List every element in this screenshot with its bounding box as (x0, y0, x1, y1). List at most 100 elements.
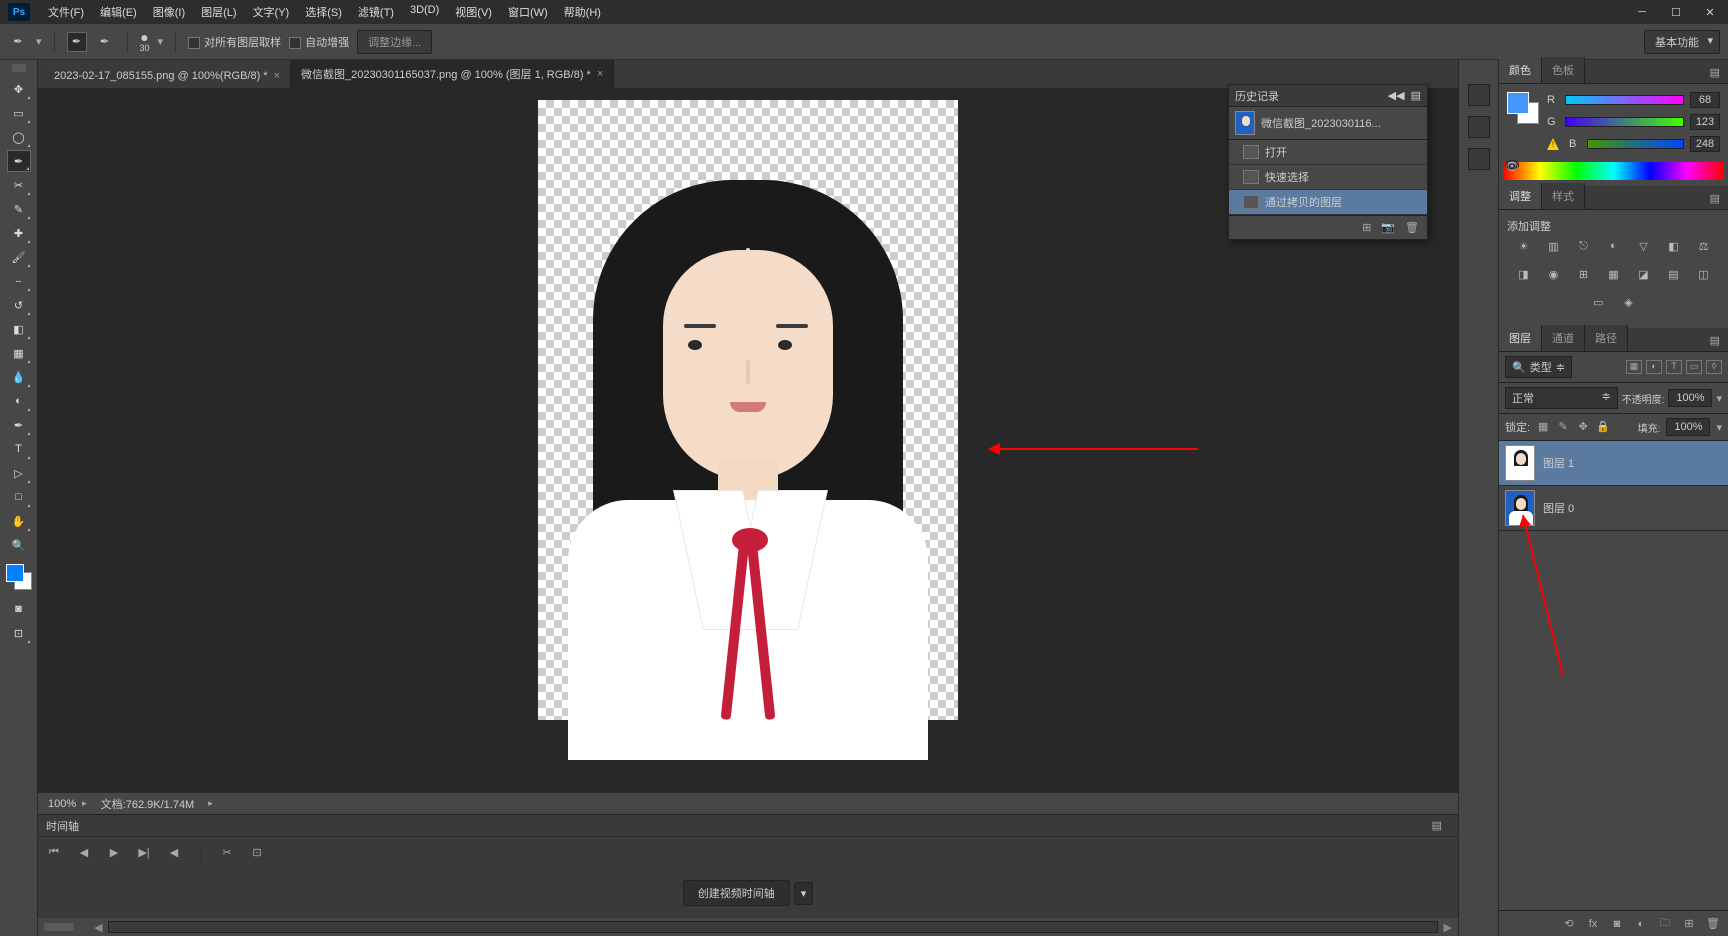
refine-edge-button[interactable]: 调整边缘... (357, 30, 432, 54)
lock-pixels-icon[interactable]: ✎ (1556, 420, 1570, 434)
blend-mode-dropdown[interactable]: 正常 ≑ (1505, 387, 1618, 409)
history-delete-icon[interactable]: 🗑 (1405, 221, 1419, 234)
layer-name[interactable]: 图层 0 (1543, 500, 1574, 516)
threshold-icon[interactable]: ◫ (1694, 268, 1714, 286)
lock-all-icon[interactable]: 🔒 (1596, 420, 1610, 434)
timeline-prev-icon[interactable]: ◀ (76, 846, 92, 859)
lookup-icon[interactable]: ▦ (1604, 268, 1624, 286)
screen-mode-toggle[interactable]: ⊡ (7, 622, 31, 644)
workspace-dropdown[interactable]: 基本功能 (1644, 30, 1720, 54)
zoom-level[interactable]: 100%▸ (48, 798, 87, 810)
close-tab-icon[interactable]: × (597, 68, 603, 80)
layer-mask-icon[interactable]: ◙ (1610, 918, 1624, 930)
zoom-tool[interactable]: 🔍 (7, 534, 31, 556)
exposure-icon[interactable]: ◐ (1604, 240, 1624, 258)
layer-filter-type[interactable]: 🔍类型≑ (1505, 356, 1572, 378)
layer-item-0[interactable]: ☐ 图层 0 (1499, 486, 1728, 531)
menu-edit[interactable]: 编辑(E) (94, 1, 143, 23)
tool-preset-icon[interactable]: ✒ (8, 32, 28, 52)
scroll-right-icon[interactable]: ▶ (1444, 921, 1452, 934)
tab-color[interactable]: 颜色 (1499, 57, 1542, 83)
menu-select[interactable]: 选择(S) (299, 1, 348, 23)
create-video-timeline-button[interactable]: 创建视频时间轴 (683, 880, 790, 906)
history-new-doc-icon[interactable]: ⊞ (1362, 221, 1371, 234)
add-selection-icon[interactable]: ✒ (67, 32, 87, 52)
filter-type-icon[interactable]: T (1666, 360, 1682, 374)
crop-tool[interactable]: ✂ (7, 174, 31, 196)
tab-channels[interactable]: 通道 (1542, 325, 1585, 351)
filter-adjust-icon[interactable]: ◐ (1646, 360, 1662, 374)
layers-panel-menu-icon[interactable]: ▤ (1702, 330, 1728, 351)
history-panel[interactable]: 历史记录 ◀◀ ▤ 微信截图_2023030116... 打开 快速选择 通过拷… (1228, 84, 1428, 240)
hue-icon[interactable]: ◧ (1664, 240, 1684, 258)
history-menu-icon[interactable]: ▤ (1411, 89, 1421, 102)
close-tab-icon[interactable]: × (274, 70, 280, 82)
minimize-button[interactable]: ─ (1626, 2, 1658, 22)
history-step-open[interactable]: 打开 (1229, 140, 1427, 165)
marquee-tool[interactable]: ▭ (7, 102, 31, 124)
photo-filter-icon[interactable]: ◉ (1544, 268, 1564, 286)
auto-enhance-checkbox[interactable]: 自动增强 (289, 34, 349, 50)
menu-layer[interactable]: 图层(L) (195, 1, 242, 23)
fill-input[interactable]: 100% (1666, 418, 1710, 436)
brush-tool[interactable]: 🖌 (7, 246, 31, 268)
color-ramp[interactable] (1503, 162, 1724, 180)
dock-icon-1[interactable] (1468, 84, 1490, 106)
toolbar-grip[interactable] (12, 64, 26, 72)
r-slider[interactable] (1565, 95, 1684, 105)
layer-thumbnail[interactable] (1505, 490, 1535, 526)
timeline-first-icon[interactable]: ⏮ (46, 846, 62, 859)
canvas[interactable] (538, 100, 958, 720)
subtract-selection-icon[interactable]: ✒ (95, 32, 115, 52)
history-brush-tool[interactable]: ↺ (7, 294, 31, 316)
panel-fg-color[interactable] (1507, 92, 1529, 114)
filter-shape-icon[interactable]: ▭ (1686, 360, 1702, 374)
shape-tool[interactable]: □ (7, 486, 31, 508)
channel-mixer-icon[interactable]: ⊞ (1574, 268, 1594, 286)
sample-all-checkbox[interactable]: 对所有图层取样 (188, 34, 281, 50)
timeline-type-dropdown[interactable]: ▾ (794, 882, 814, 905)
color-balance-icon[interactable]: ⚖ (1694, 240, 1714, 258)
adjust-panel-menu-icon[interactable]: ▤ (1702, 188, 1728, 209)
timeline-next-icon[interactable]: ▶| (136, 846, 152, 859)
gradient-map-icon[interactable]: ▭ (1589, 296, 1609, 314)
brush-size-picker[interactable]: ● 30 (140, 30, 150, 53)
menu-file[interactable]: 文件(F) (42, 1, 90, 23)
invert-icon[interactable]: ◪ (1634, 268, 1654, 286)
pen-tool[interactable]: ✒ (7, 414, 31, 436)
bw-icon[interactable]: ◨ (1514, 268, 1534, 286)
gradient-tool[interactable]: ▦ (7, 342, 31, 364)
b-value[interactable]: 248 (1690, 136, 1720, 152)
gamut-warning-icon[interactable]: ! (1547, 138, 1559, 150)
selective-color-icon[interactable]: ◈ (1619, 296, 1639, 314)
timeline-cut-icon[interactable]: ✂ (219, 846, 235, 859)
history-snapshot-icon[interactable]: 📷 (1381, 221, 1395, 234)
quickmask-toggle[interactable]: ◙ (7, 598, 31, 620)
blur-tool[interactable]: 💧 (7, 366, 31, 388)
quick-select-tool[interactable]: ✒ (7, 150, 31, 172)
tab-layers[interactable]: 图层 (1499, 325, 1542, 351)
tab-styles[interactable]: 样式 (1542, 183, 1585, 209)
timeline-play-icon[interactable]: ▶ (106, 846, 122, 859)
r-value[interactable]: 68 (1690, 92, 1720, 108)
stamp-tool[interactable]: ⧿ (7, 270, 31, 292)
type-tool[interactable]: T (7, 438, 31, 460)
layer-item-1[interactable]: 👁 图层 1 (1499, 441, 1728, 486)
maximize-button[interactable]: ☐ (1660, 2, 1692, 22)
opacity-input[interactable]: 100% (1668, 389, 1712, 407)
layer-fx-icon[interactable]: fx (1586, 918, 1600, 930)
menu-type[interactable]: 文字(Y) (247, 1, 296, 23)
adjustment-layer-icon[interactable]: ◐ (1634, 918, 1648, 930)
foreground-color[interactable] (6, 564, 24, 582)
menu-image[interactable]: 图像(I) (147, 1, 191, 23)
close-button[interactable]: ✕ (1694, 2, 1726, 22)
scroll-left-icon[interactable]: ◀ (94, 921, 102, 934)
color-panel-menu-icon[interactable]: ▤ (1702, 62, 1728, 83)
dodge-tool[interactable]: ◐ (7, 390, 31, 412)
color-swatches[interactable] (6, 564, 32, 590)
layer-group-icon[interactable]: 🗀 (1658, 914, 1672, 933)
history-step-copylayer[interactable]: 通过拷贝的图层 (1229, 190, 1427, 215)
layer-thumbnail[interactable] (1505, 445, 1535, 481)
layer-name[interactable]: 图层 1 (1543, 455, 1574, 471)
dock-icon-3[interactable] (1468, 148, 1490, 170)
